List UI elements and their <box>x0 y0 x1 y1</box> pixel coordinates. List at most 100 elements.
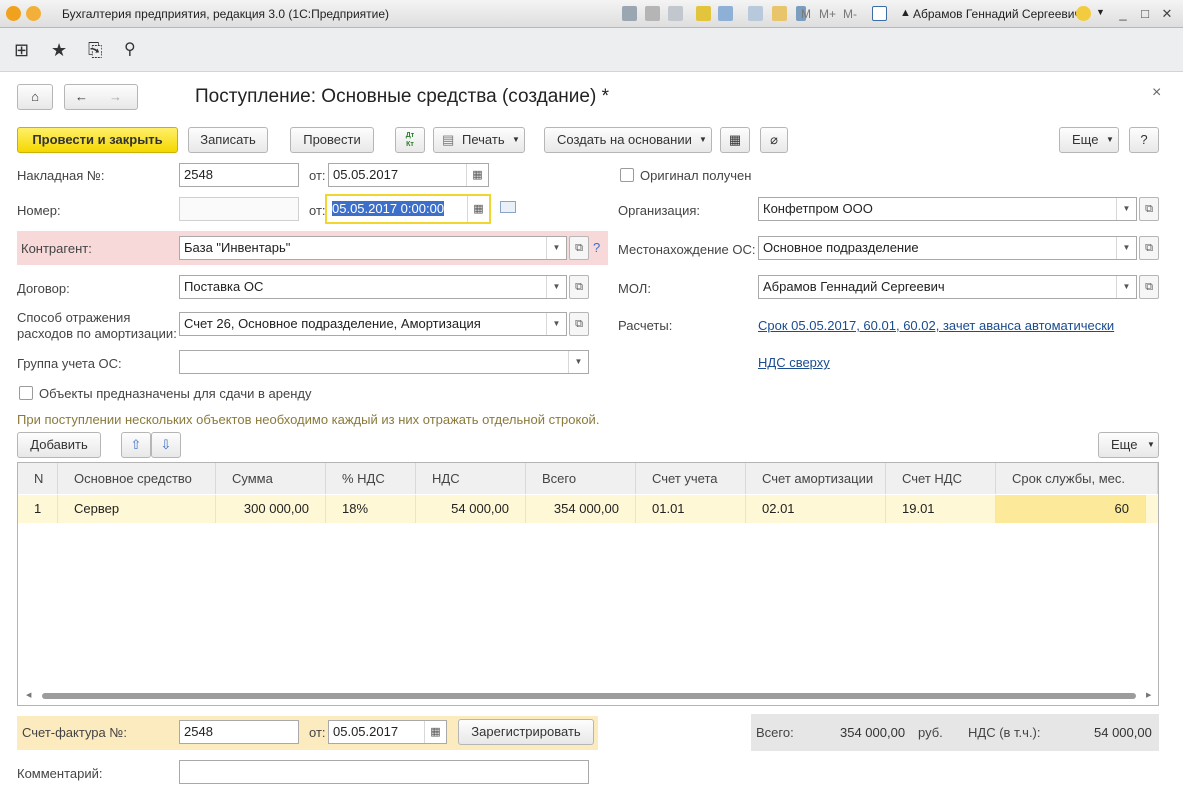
chevron-down-icon[interactable]: ▼ <box>1116 198 1136 220</box>
calendar-icon[interactable] <box>772 6 787 21</box>
calendar-icon[interactable]: ▦ <box>424 721 446 743</box>
horizontal-scrollbar[interactable] <box>42 693 1136 699</box>
calendar-icon[interactable]: ▦ <box>466 164 488 186</box>
link-icon[interactable] <box>718 6 733 21</box>
doc-date-input[interactable]: 05.05.2017 0:00:00 ▦ <box>325 194 491 224</box>
print-button[interactable]: ▤ Печать ▼ <box>433 127 525 153</box>
post-and-close-button[interactable]: Провести и закрыть <box>17 127 178 153</box>
chevron-down-icon[interactable]: ▼ <box>546 313 566 335</box>
chevron-down-icon[interactable]: ▼ <box>1116 237 1136 259</box>
add-row-button[interactable]: Добавить <box>17 432 101 458</box>
chevron-down-icon[interactable]: ▼ <box>546 237 566 259</box>
memory-m-button[interactable]: M <box>801 7 811 21</box>
favorites-icon[interactable] <box>696 6 711 21</box>
mol-input[interactable]: Абрамов Геннадий Сергеевич ▼ <box>758 275 1137 299</box>
col-sum[interactable]: Сумма <box>216 463 326 494</box>
chevron-down-icon[interactable]: ▼ <box>546 276 566 298</box>
sf-date-input[interactable]: 05.05.2017 ▦ <box>328 720 447 744</box>
cell-service-life[interactable]: 60 <box>996 495 1146 523</box>
col-n[interactable]: N <box>18 463 58 494</box>
cell-vat-rate[interactable]: 18% <box>326 495 416 523</box>
cell-vat-account[interactable]: 19.01 <box>886 495 996 523</box>
open-contractor-button[interactable]: ⧉ <box>569 236 589 260</box>
register-button[interactable]: Зарегистрировать <box>458 719 594 745</box>
panel-icon[interactable] <box>872 6 887 21</box>
invoice-number-input[interactable]: 2548 <box>179 163 299 187</box>
invoice-date-input[interactable]: 05.05.2017 ▦ <box>328 163 489 187</box>
expense-method-input[interactable]: Счет 26, Основное подразделение, Амортиз… <box>179 312 567 336</box>
number-input[interactable] <box>179 197 299 221</box>
move-up-button[interactable]: ⇧ <box>121 432 151 458</box>
memory-minus-button[interactable]: M- <box>843 7 857 21</box>
dt-kt-button[interactable]: Дт Кт <box>395 127 425 153</box>
col-depreciation-account[interactable]: Счет амортизации <box>746 463 886 494</box>
sf-number-input[interactable]: 2548 <box>179 720 299 744</box>
save-icon[interactable] <box>622 6 637 21</box>
cell-total[interactable]: 354 000,00 <box>526 495 636 523</box>
info-icon[interactable] <box>1076 6 1091 21</box>
comment-icon[interactable] <box>500 201 516 213</box>
more-button[interactable]: Еще ▼ <box>1059 127 1119 153</box>
col-service-life[interactable]: Срок службы, мес. <box>996 463 1158 494</box>
vat-link[interactable]: НДС сверху <box>758 355 830 371</box>
close-window-icon[interactable]: ✕ <box>1158 5 1176 23</box>
post-button[interactable]: Провести <box>290 127 374 153</box>
original-received-checkbox[interactable] <box>620 168 634 182</box>
history-icon[interactable]: ⎘ <box>88 40 102 60</box>
history-icon[interactable] <box>748 6 763 21</box>
table-more-button[interactable]: Еще ▼ <box>1098 432 1159 458</box>
help-button[interactable]: ? <box>1129 127 1159 153</box>
col-account[interactable]: Счет учета <box>636 463 746 494</box>
close-form-icon[interactable]: × <box>1152 84 1161 102</box>
apps-grid-icon[interactable]: ⊞ <box>14 40 29 60</box>
group-input[interactable]: ▼ <box>179 350 589 374</box>
contractor-input[interactable]: База "Инвентарь" ▼ <box>179 236 567 260</box>
cell-n[interactable]: 1 <box>18 495 58 523</box>
contractor-hint-icon[interactable]: ? <box>593 240 600 255</box>
memory-plus-button[interactable]: M+ <box>819 7 836 21</box>
cell-asset[interactable]: Сервер <box>58 495 216 523</box>
contract-input[interactable]: Поставка ОС ▼ <box>179 275 567 299</box>
current-user[interactable]: Абрамов Геннадий Сергеевич <box>913 7 1081 21</box>
move-down-button[interactable]: ⇩ <box>151 432 181 458</box>
chevron-down-icon[interactable]: ▼ <box>568 351 588 373</box>
star-icon[interactable]: ★ <box>51 40 67 60</box>
settlements-link[interactable]: Срок 05.05.2017, 60.01, 60.02, зачет ава… <box>758 318 1114 334</box>
minimize-icon[interactable]: _ <box>1114 5 1132 23</box>
search-icon[interactable]: ⚲ <box>124 40 136 60</box>
col-asset[interactable]: Основное средство <box>58 463 216 494</box>
scroll-right-icon[interactable]: ▶ <box>1146 691 1151 699</box>
open-organization-button[interactable]: ⧉ <box>1139 197 1159 221</box>
preview-icon[interactable] <box>668 6 683 21</box>
home-button[interactable]: ⌂ <box>17 84 53 110</box>
col-vat-rate[interactable]: % НДС <box>326 463 416 494</box>
chevron-down-icon[interactable]: ▼ <box>1096 7 1105 17</box>
cell-vat[interactable]: 54 000,00 <box>416 495 526 523</box>
attach-button[interactable]: ⌀ <box>760 127 788 153</box>
cell-sum[interactable]: 300 000,00 <box>216 495 326 523</box>
open-location-button[interactable]: ⧉ <box>1139 236 1159 260</box>
cell-account[interactable]: 01.01 <box>636 495 746 523</box>
print-icon[interactable] <box>645 6 660 21</box>
col-total[interactable]: Всего <box>526 463 636 494</box>
col-vat-account[interactable]: Счет НДС <box>886 463 996 494</box>
main-menu-icon[interactable] <box>26 6 41 21</box>
rent-checkbox[interactable] <box>19 386 33 400</box>
col-vat[interactable]: НДС <box>416 463 526 494</box>
forward-icon[interactable]: → <box>109 85 122 109</box>
open-mol-button[interactable]: ⧉ <box>1139 275 1159 299</box>
report-button[interactable]: ▦ <box>720 127 750 153</box>
location-input[interactable]: Основное подразделение ▼ <box>758 236 1137 260</box>
save-button[interactable]: Записать <box>188 127 268 153</box>
comment-input[interactable] <box>179 760 589 784</box>
cell-depreciation-account[interactable]: 02.01 <box>746 495 886 523</box>
open-expense-method-button[interactable]: ⧉ <box>569 312 589 336</box>
calendar-icon[interactable]: ▦ <box>467 196 489 222</box>
maximize-icon[interactable]: □ <box>1136 5 1154 23</box>
chevron-down-icon[interactable]: ▼ <box>1116 276 1136 298</box>
back-icon[interactable]: ← <box>75 85 88 109</box>
scroll-left-icon[interactable]: ◀ <box>26 691 31 699</box>
open-contract-button[interactable]: ⧉ <box>569 275 589 299</box>
organization-input[interactable]: Конфетпром ООО ▼ <box>758 197 1137 221</box>
create-based-on-button[interactable]: Создать на основании ▼ <box>544 127 712 153</box>
